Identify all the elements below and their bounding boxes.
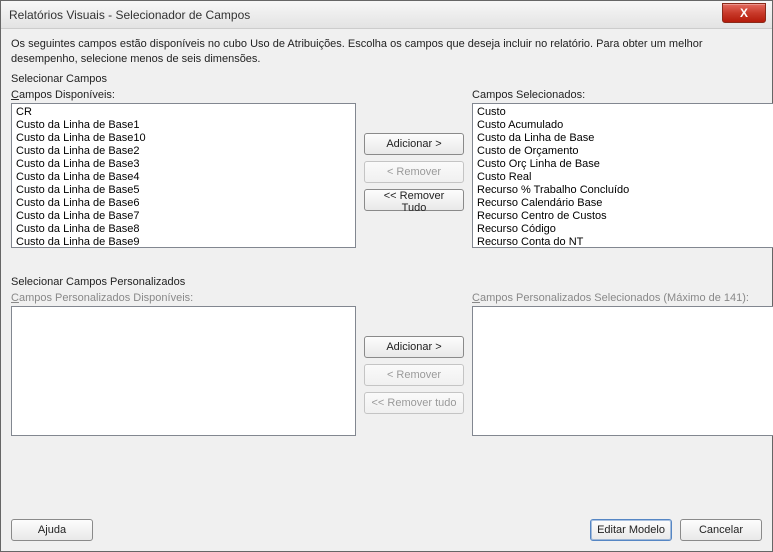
- edit-template-button[interactable]: Editar Modelo: [590, 519, 672, 541]
- add-button[interactable]: Adicionar >: [364, 133, 464, 155]
- close-icon: X: [740, 6, 748, 20]
- list-item[interactable]: CR: [12, 105, 355, 118]
- list-item[interactable]: Custo da Linha de Base1: [12, 118, 355, 131]
- list-item[interactable]: Custo da Linha de Base: [473, 131, 773, 144]
- list-item[interactable]: Recurso Código: [473, 222, 773, 235]
- list-item[interactable]: Recurso % Trabalho Concluído: [473, 183, 773, 196]
- available-fields-panel: Campos Disponíveis: CRCusto da Linha de …: [11, 89, 356, 248]
- list-item[interactable]: Custo Orç Linha de Base: [473, 157, 773, 170]
- list-item[interactable]: Recurso Centro de Custos: [473, 209, 773, 222]
- available-fields-listbox[interactable]: CRCusto da Linha de Base1Custo da Linha …: [11, 103, 356, 248]
- custom-available-listbox[interactable]: [11, 306, 356, 436]
- close-button[interactable]: X: [722, 3, 766, 23]
- bottom-right-buttons: Editar Modelo Cancelar: [590, 519, 762, 541]
- list-item[interactable]: Custo da Linha de Base5: [12, 183, 355, 196]
- cancel-button[interactable]: Cancelar: [680, 519, 762, 541]
- custom-available-label: Campos Personalizados Disponíveis:: [11, 292, 356, 304]
- list-item[interactable]: Custo: [473, 105, 773, 118]
- list-item[interactable]: Custo da Linha de Base3: [12, 157, 355, 170]
- selected-fields-listbox[interactable]: CustoCusto AcumuladoCusto da Linha de Ba…: [472, 103, 773, 248]
- dialog-content: Os seguintes campos estão disponíveis no…: [1, 29, 772, 444]
- list-item[interactable]: Custo da Linha de Base7: [12, 209, 355, 222]
- custom-selected-label: Campos Personalizados Selecionados (Máxi…: [472, 292, 773, 304]
- list-item[interactable]: Custo Acumulado: [473, 118, 773, 131]
- list-item[interactable]: Recurso Conta do NT: [473, 235, 773, 248]
- help-button[interactable]: Ajuda: [11, 519, 93, 541]
- custom-available-panel: Campos Personalizados Disponíveis:: [11, 292, 356, 436]
- list-item[interactable]: Custo da Linha de Base8: [12, 222, 355, 235]
- custom-remove-button[interactable]: < Remover: [364, 364, 464, 386]
- available-fields-label: Campos Disponíveis:: [11, 89, 356, 101]
- section2-title: Selecionar Campos Personalizados: [11, 276, 762, 288]
- list-item[interactable]: Custo da Linha de Base6: [12, 196, 355, 209]
- custom-selected-panel: Campos Personalizados Selecionados (Máxi…: [472, 292, 773, 436]
- remove-all-button[interactable]: << Remover Tudo: [364, 189, 464, 211]
- list-item[interactable]: Custo da Linha de Base2: [12, 144, 355, 157]
- selected-fields-panel: Campos Selecionados: CustoCusto Acumulad…: [472, 89, 773, 248]
- titlebar[interactable]: Relatórios Visuais - Selecionador de Cam…: [1, 1, 772, 29]
- custom-add-button[interactable]: Adicionar >: [364, 336, 464, 358]
- section2-row: Campos Personalizados Disponíveis: Adici…: [11, 292, 762, 436]
- dialog-window: Relatórios Visuais - Selecionador de Cam…: [0, 0, 773, 552]
- list-item[interactable]: Custo da Linha de Base10: [12, 131, 355, 144]
- remove-button[interactable]: < Remover: [364, 161, 464, 183]
- section2-button-column: Adicionar > < Remover << Remover tudo: [364, 336, 464, 414]
- section1-title: Selecionar Campos: [11, 73, 762, 85]
- custom-remove-all-button[interactable]: << Remover tudo: [364, 392, 464, 414]
- custom-selected-listbox[interactable]: [472, 306, 773, 436]
- section1-row: Campos Disponíveis: CRCusto da Linha de …: [11, 89, 762, 248]
- list-item[interactable]: Recurso Calendário Base: [473, 196, 773, 209]
- list-item[interactable]: Custo de Orçamento: [473, 144, 773, 157]
- list-item[interactable]: Custo Real: [473, 170, 773, 183]
- list-item[interactable]: Custo da Linha de Base9: [12, 235, 355, 248]
- section1-button-column: Adicionar > < Remover << Remover Tudo: [364, 133, 464, 211]
- selected-fields-label: Campos Selecionados:: [472, 89, 773, 101]
- window-title: Relatórios Visuais - Selecionador de Cam…: [9, 8, 250, 22]
- list-item[interactable]: Custo da Linha de Base4: [12, 170, 355, 183]
- bottom-bar: Ajuda Editar Modelo Cancelar: [11, 519, 762, 541]
- instruction-text: Os seguintes campos estão disponíveis no…: [11, 37, 762, 67]
